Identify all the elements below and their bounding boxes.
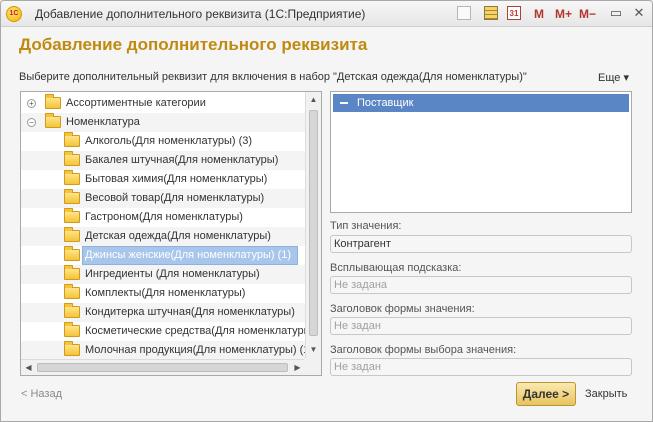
page-title: Добавление дополнительного реквизита <box>19 35 368 54</box>
close-button[interactable]: Закрыть <box>585 388 627 400</box>
folder-icon <box>64 322 80 337</box>
tree-item[interactable]: Весовой товар(Для номенклатуры) <box>21 189 305 208</box>
tree-item-label: Косметические средства(Для номенклатуры) <box>85 325 316 337</box>
list-item-label: Поставщик <box>357 97 414 109</box>
calculator-icon[interactable] <box>484 6 498 20</box>
tree-item-label: Ингредиенты (Для номенклатуры) <box>85 268 260 280</box>
tree-item-label: Алкоголь(Для номенклатуры) (3) <box>85 135 253 147</box>
tree-item-label: Кондитерка штучная(Для номенклатуры) <box>85 306 295 318</box>
minus-icon <box>340 102 348 104</box>
folder-icon <box>64 170 80 185</box>
app-logo-icon[interactable]: 1С <box>6 6 22 22</box>
form-title-field[interactable]: Не задан <box>330 317 632 335</box>
tree-item[interactable]: Джинсы женские(Для номенклатуры) (1) <box>21 246 305 265</box>
tree-item-label: Бытовая химия(Для номенклатуры) <box>85 173 268 185</box>
title-bar: 1С Добавление дополнительного реквизита … <box>1 1 652 27</box>
more-menu-button[interactable]: Еще ▾ <box>598 71 629 84</box>
choice-form-title-field[interactable]: Не задан <box>330 358 632 376</box>
choice-form-title-label: Заголовок формы выбора значения: <box>330 344 517 356</box>
property-tree[interactable]: + Ассортиментные категории − Номенклатура Ал… <box>20 91 322 376</box>
tree-item[interactable]: Комплекты(Для номенклатуры) <box>21 284 305 303</box>
form-title-label: Заголовок формы значения: <box>330 303 475 315</box>
horizontal-scroll-thumb[interactable] <box>37 363 288 372</box>
dialog-window: 1С Добавление дополнительного реквизита … <box>0 0 653 422</box>
tree-item[interactable]: Бакалея штучная(Для номенклатуры) <box>21 151 305 170</box>
folder-icon <box>45 113 61 128</box>
tree-item-label: Гастроном(Для номенклатуры) <box>85 211 243 223</box>
document-icon[interactable] <box>457 6 471 20</box>
scroll-up-icon[interactable]: ▲ <box>306 92 321 107</box>
memory-add-button[interactable]: M+ <box>555 5 572 23</box>
folder-icon <box>64 265 80 280</box>
folder-icon <box>64 151 80 166</box>
window-title: Добавление дополнительного реквизита (1С… <box>35 7 366 21</box>
tree-item[interactable]: Молочная продукция(Для номенклатуры) (1) <box>21 341 313 360</box>
folder-icon <box>64 189 80 204</box>
tooltip-label: Всплывающая подсказка: <box>330 262 462 274</box>
tooltip-field[interactable]: Не задана <box>330 276 632 294</box>
expand-icon[interactable]: + <box>27 99 36 108</box>
instruction-text: Выберите дополнительный реквизит для вкл… <box>19 71 527 83</box>
scroll-right-icon[interactable]: ▶ <box>290 360 305 375</box>
folder-icon <box>64 132 80 147</box>
folder-icon <box>64 341 80 356</box>
tree-item[interactable]: Детская одежда(Для номенклатуры) <box>21 227 305 246</box>
scroll-down-icon[interactable]: ▼ <box>306 342 321 357</box>
folder-icon <box>64 303 80 318</box>
folder-icon <box>64 208 80 223</box>
collapse-icon[interactable]: − <box>27 118 36 127</box>
memory-m-button[interactable]: M <box>534 5 544 23</box>
tree-item[interactable]: + Ассортиментные категории <box>21 94 305 113</box>
tree-item-label: Детская одежда(Для номенклатуры) <box>85 230 271 242</box>
close-window-icon[interactable]: ✕ <box>631 5 647 21</box>
tree-item-label: Ассортиментные категории <box>66 97 206 109</box>
calendar-icon[interactable]: 31 <box>507 6 521 20</box>
tree-item-label: Весовой товар(Для номенклатуры) <box>85 192 265 204</box>
tree-item[interactable]: Ингредиенты (Для номенклатуры) <box>21 265 305 284</box>
tree-item[interactable]: Гастроном(Для номенклатуры) <box>21 208 305 227</box>
scroll-corner <box>304 358 321 375</box>
folder-icon <box>64 246 80 261</box>
scroll-thumb[interactable] <box>309 110 318 336</box>
tree-item[interactable]: − Номенклатура <box>21 113 305 132</box>
tree-item[interactable]: Кондитерка штучная(Для номенклатуры) <box>21 303 305 322</box>
tree-item[interactable]: Бытовая химия(Для номенклатуры) <box>21 170 305 189</box>
folder-icon <box>64 284 80 299</box>
memory-subtract-button[interactable]: M− <box>579 5 596 23</box>
scroll-left-icon[interactable]: ◀ <box>21 360 36 375</box>
selected-properties-list[interactable]: Поставщик <box>330 91 632 213</box>
back-button[interactable]: < Назад <box>21 388 62 400</box>
tree-horizontal-scrollbar[interactable]: ◀ ▶ <box>21 359 305 375</box>
folder-icon <box>64 227 80 242</box>
next-button[interactable]: Далее > <box>516 382 576 406</box>
tree-item-label: Джинсы женские(Для номенклатуры) (1) <box>85 249 292 261</box>
tree-item-label: Бакалея штучная(Для номенклатуры) <box>85 154 279 166</box>
value-type-field[interactable]: Контрагент <box>330 235 632 253</box>
tree-item[interactable]: Косметические средства(Для номенклатуры) <box>21 322 315 341</box>
tree-item-label: Комплекты(Для номенклатуры) <box>85 287 246 299</box>
tree-item[interactable]: Алкоголь(Для номенклатуры) (3) <box>21 132 305 151</box>
tree-vertical-scrollbar[interactable]: ▲ ▼ <box>305 92 321 358</box>
tree-item-label: Номенклатура <box>66 116 140 128</box>
list-item-supplier[interactable]: Поставщик <box>333 94 629 112</box>
value-type-label: Тип значения: <box>330 220 402 232</box>
folder-icon <box>45 94 61 109</box>
restore-window-icon[interactable]: ▭ <box>608 5 624 21</box>
tree-item-label: Молочная продукция(Для номенклатуры) (1) <box>85 344 314 356</box>
